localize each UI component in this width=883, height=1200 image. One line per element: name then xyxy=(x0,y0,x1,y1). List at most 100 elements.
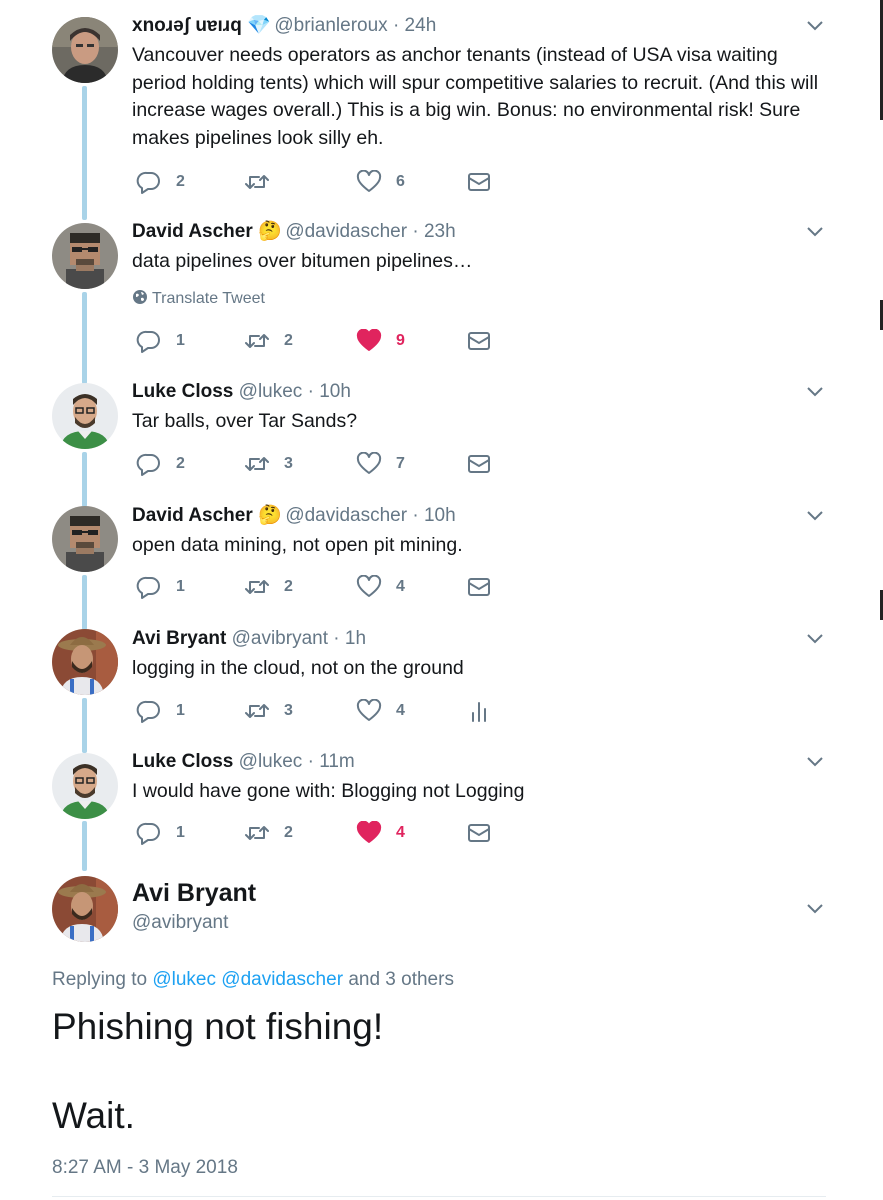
tweet-time[interactable]: · 10h xyxy=(308,381,351,402)
reply-icon xyxy=(136,822,160,845)
chevron-down-icon[interactable] xyxy=(806,226,824,238)
direct-message-button[interactable] xyxy=(466,328,492,354)
heart-filled-icon xyxy=(356,329,382,351)
thread-connector xyxy=(82,452,87,507)
mention-link[interactable]: @davidascher xyxy=(221,969,343,990)
tweet-time[interactable]: · 1h xyxy=(333,628,366,649)
avatar[interactable] xyxy=(52,383,118,449)
display-name[interactable]: Luke Closs xyxy=(132,751,233,772)
retweet-button[interactable]: 2 xyxy=(244,328,293,354)
heart-filled-icon xyxy=(356,821,382,843)
handle[interactable]: @lukec xyxy=(239,381,303,402)
heart-icon xyxy=(356,575,382,597)
tweet-text: open data mining, not open pit mining. xyxy=(132,534,463,556)
heart-icon xyxy=(356,452,382,474)
tweet-time[interactable]: · 23h xyxy=(412,221,455,242)
avatar[interactable] xyxy=(52,223,118,289)
like-count: 9 xyxy=(396,332,405,349)
avatar-photo xyxy=(52,876,118,942)
avatar[interactable] xyxy=(52,17,118,83)
gem-icon: 💎 xyxy=(247,15,271,36)
reply-button[interactable]: 2 xyxy=(136,169,185,195)
retweet-icon xyxy=(245,704,269,718)
tweet-text: I would have gone with: Blogging not Log… xyxy=(132,780,525,802)
retweet-count: 3 xyxy=(284,702,293,719)
thread-connector xyxy=(82,698,87,753)
retweet-count: 2 xyxy=(284,578,293,595)
tweet-time[interactable]: · 10h xyxy=(412,505,455,526)
tweet-header: xnoɹǝʃ uɐıɹq 💎 @brianleroux · 24h xyxy=(132,14,436,38)
tweet-timestamp[interactable]: 8:27 AM - 3 May 2018 xyxy=(52,1157,238,1179)
direct-message-button[interactable] xyxy=(466,574,492,600)
reply-count: 1 xyxy=(176,578,185,595)
retweet-button[interactable]: 2 xyxy=(244,820,293,846)
reply-button[interactable]: 1 xyxy=(136,698,185,724)
chevron-down-icon[interactable] xyxy=(806,510,824,522)
reply-count: 1 xyxy=(176,702,185,719)
chevron-down-icon[interactable] xyxy=(806,903,824,915)
like-count: 4 xyxy=(396,824,405,841)
like-count: 6 xyxy=(396,173,405,190)
retweet-button[interactable] xyxy=(244,169,284,195)
chevron-down-icon[interactable] xyxy=(806,756,824,768)
like-button[interactable]: 4 xyxy=(356,820,405,846)
thread-connector xyxy=(82,292,87,384)
tweet-text: data pipelines over bitumen pipelines… xyxy=(132,250,473,272)
avatar[interactable] xyxy=(52,876,118,942)
handle[interactable]: @brianleroux xyxy=(274,15,387,36)
like-button[interactable]: 4 xyxy=(356,574,405,600)
tweet-text: Vancouver needs operators as anchor tena… xyxy=(132,44,819,149)
like-button[interactable]: 6 xyxy=(356,169,405,195)
reply-icon xyxy=(136,171,160,194)
handle[interactable]: @lukec xyxy=(239,751,303,772)
main-handle[interactable]: @avibryant xyxy=(132,912,228,934)
display-name[interactable]: Luke Closs xyxy=(132,381,233,402)
reply-button[interactable]: 1 xyxy=(136,820,185,846)
others-link[interactable]: and 3 others xyxy=(348,969,454,990)
like-button[interactable]: 9 xyxy=(356,328,405,354)
chevron-down-icon[interactable] xyxy=(806,386,824,398)
retweet-button[interactable]: 2 xyxy=(244,574,293,600)
handle[interactable]: @avibryant xyxy=(232,628,328,649)
like-count: 7 xyxy=(396,455,405,472)
main-display-name[interactable]: Avi Bryant xyxy=(132,879,256,908)
reply-count: 1 xyxy=(176,332,185,349)
translate-link[interactable]: Translate Tweet xyxy=(132,289,265,308)
handle[interactable]: @davidascher xyxy=(285,221,407,242)
avatar[interactable] xyxy=(52,753,118,819)
analytics-button[interactable] xyxy=(466,698,492,724)
reply-count: 2 xyxy=(176,173,185,190)
like-count: 4 xyxy=(396,578,405,595)
mail-icon xyxy=(468,578,490,596)
direct-message-button[interactable] xyxy=(466,820,492,846)
reply-icon xyxy=(136,453,160,476)
direct-message-button[interactable] xyxy=(466,451,492,477)
tweet-time[interactable]: · 11m xyxy=(308,751,355,772)
handle[interactable]: @davidascher xyxy=(285,505,407,526)
retweet-button[interactable]: 3 xyxy=(244,698,293,724)
chevron-down-icon[interactable] xyxy=(806,633,824,645)
reply-button[interactable]: 2 xyxy=(136,451,185,477)
direct-message-button[interactable] xyxy=(466,169,492,195)
reply-button[interactable]: 1 xyxy=(136,574,185,600)
display-name[interactable]: Avi Bryant xyxy=(132,628,226,649)
display-name[interactable]: David Ascher xyxy=(132,221,253,242)
avatar[interactable] xyxy=(52,629,118,695)
avatar[interactable] xyxy=(52,506,118,572)
like-button[interactable]: 4 xyxy=(356,698,405,724)
heart-icon xyxy=(356,170,382,192)
reply-button[interactable]: 1 xyxy=(136,328,185,354)
heart-icon xyxy=(356,699,382,721)
mention-link[interactable]: @lukec xyxy=(152,969,216,990)
mail-icon xyxy=(468,824,490,842)
like-button[interactable]: 7 xyxy=(356,451,405,477)
chevron-down-icon[interactable] xyxy=(806,20,824,32)
tweet-header: David Ascher 🤔 @davidascher · 10h xyxy=(132,504,456,528)
globe-icon xyxy=(133,290,147,304)
display-name[interactable]: xnoɹǝʃ uɐıɹq xyxy=(132,15,242,36)
reply-icon xyxy=(136,330,160,353)
divider xyxy=(52,1196,826,1197)
retweet-button[interactable]: 3 xyxy=(244,451,293,477)
tweet-time[interactable]: · 24h xyxy=(393,15,436,36)
display-name[interactable]: David Ascher xyxy=(132,505,253,526)
